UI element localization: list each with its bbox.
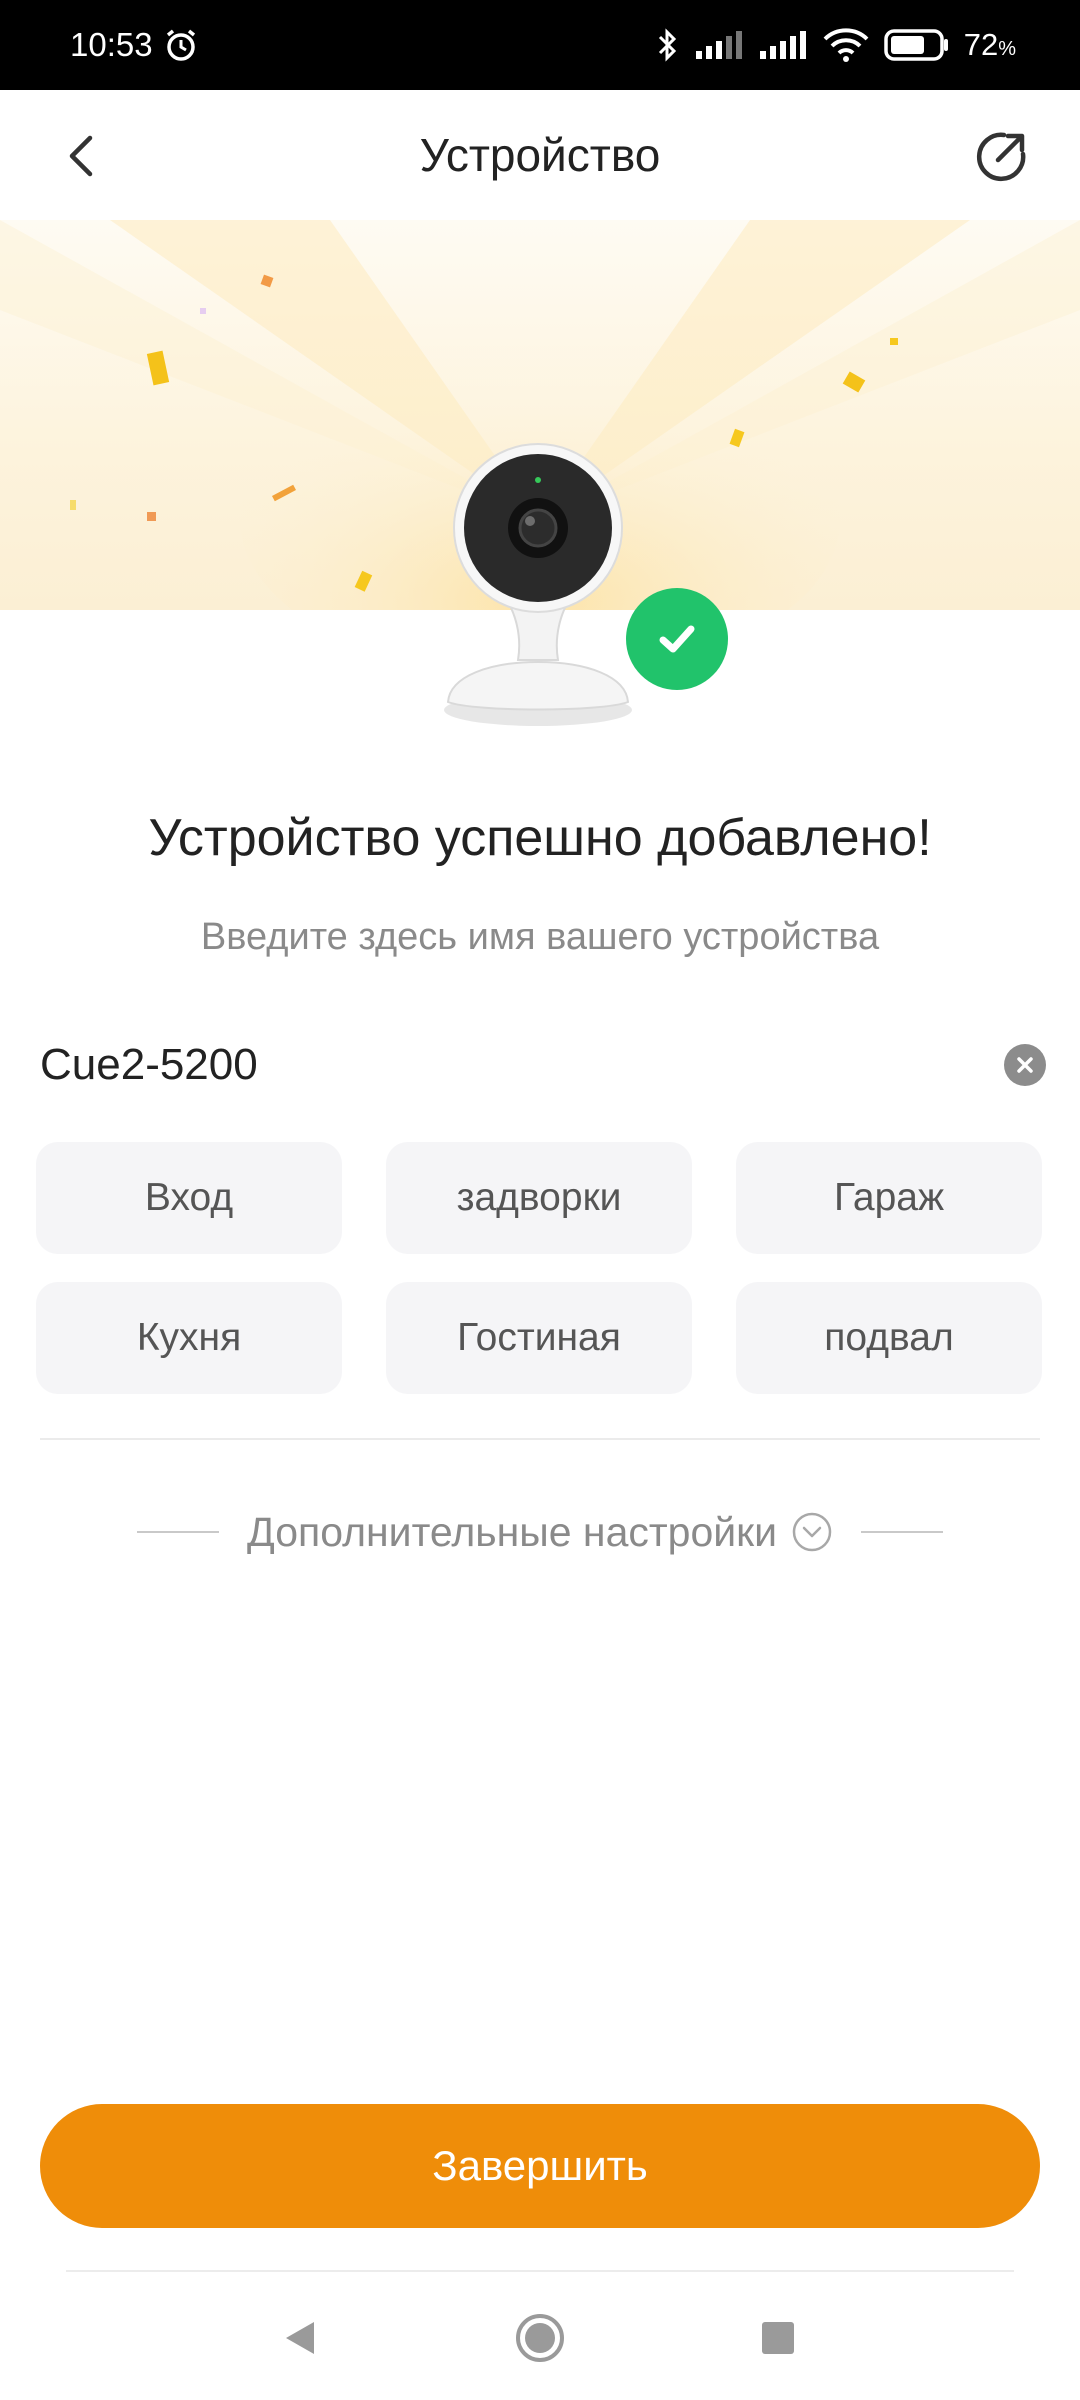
battery-percent: 72% [963,27,1016,62]
camera-device-image [444,443,632,726]
suggestion-chip[interactable]: Кухня [36,1282,342,1394]
share-button[interactable] [974,128,1030,184]
finish-button[interactable]: Завершить [40,2104,1040,2228]
nav-home-icon[interactable] [514,2312,566,2364]
bluetooth-icon [656,27,680,63]
success-title: Устройство успешно добавлено! [148,809,932,867]
app-header: Устройство [0,90,1080,220]
page-title: Устройство [419,129,661,181]
nav-recents-icon[interactable] [760,2320,796,2356]
success-check-badge [626,588,728,690]
wifi-icon [822,27,870,63]
checkmark-icon [659,625,695,653]
signal-icon-2 [758,29,808,61]
suggestion-chip[interactable]: подвал [736,1282,1042,1394]
suggestion-chip[interactable]: Гараж [736,1142,1042,1254]
share-icon [976,132,1026,182]
suggestion-chip[interactable]: задворки [386,1142,692,1254]
suggestion-chip[interactable]: Вход [36,1142,342,1254]
name-suggestions: Вход задворки Гараж Кухня Гостиная подва… [36,1142,1046,1394]
divider-line [136,1531,219,1533]
chevron-down-circle-icon [792,1512,832,1552]
advanced-settings-label: Дополнительные настройки [246,1508,778,1555]
signal-icon [694,29,744,61]
device-name-value[interactable]: Cue2-5200 [40,1040,258,1090]
status-time: 10:53 [70,26,153,63]
system-nav-bar [0,2272,1080,2400]
device-name-input[interactable]: Cue2-5200 [40,1030,1046,1100]
close-icon [1017,1057,1033,1073]
divider [40,1438,1040,1440]
divider-line [861,1531,944,1533]
name-prompt: Введите здесь имя вашего устройства [200,916,880,958]
nav-back-icon[interactable] [280,2318,320,2358]
alarm-icon [163,27,199,63]
status-bar: 10:53 72% [0,0,1080,90]
battery-icon [883,28,950,62]
advanced-settings-toggle[interactable]: Дополнительные настройки [110,1502,970,1562]
clear-input-button[interactable] [1004,1044,1046,1086]
suggestion-chip[interactable]: Гостиная [386,1282,692,1394]
